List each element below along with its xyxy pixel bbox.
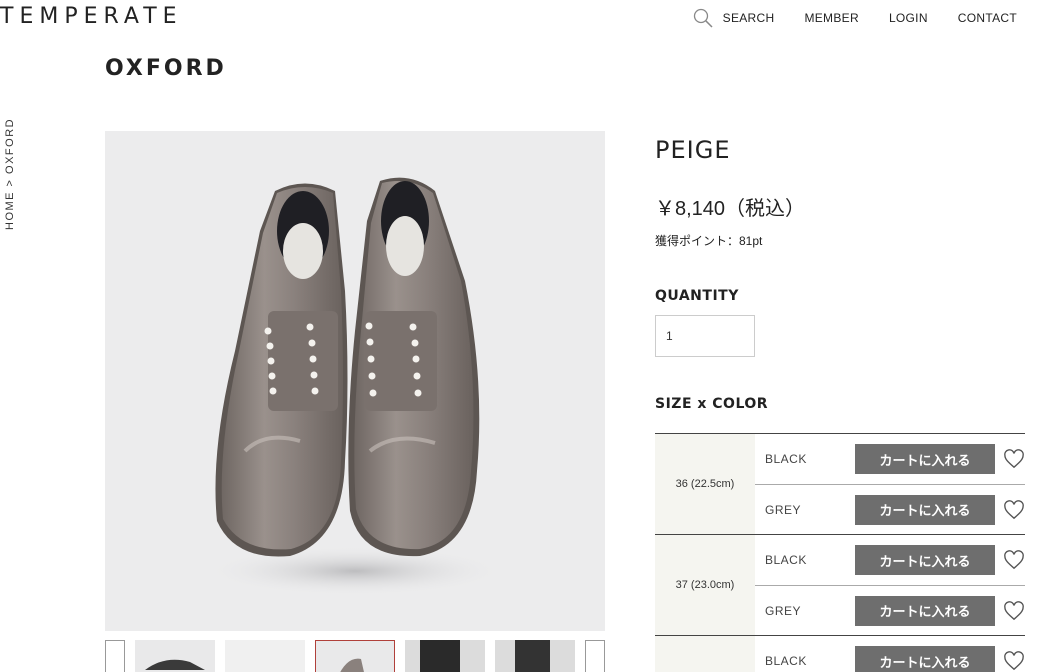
favorite-heart-icon[interactable] xyxy=(1003,550,1025,570)
page-title: OXFORD xyxy=(105,56,227,81)
reward-points: 獲得ポイント：81pt xyxy=(655,234,763,248)
product-price: ￥8,140（税込） xyxy=(655,198,806,220)
breadcrumb[interactable]: HOME > OXFORD xyxy=(4,118,16,230)
variant-row: BLACK カートに入れる xyxy=(755,434,1025,484)
add-to-cart-button[interactable]: カートに入れる xyxy=(855,646,995,672)
add-to-cart-button[interactable]: カートに入れる xyxy=(855,444,995,474)
product-name: PEIGE xyxy=(655,136,731,164)
size-color-label: SIZE x COLOR xyxy=(655,396,769,412)
variant-table: 36 (22.5cm) BLACK カートに入れる GREY カートに入れる 3… xyxy=(655,433,1025,672)
color-name: BLACK xyxy=(765,553,807,567)
oxford-shoes-photo xyxy=(205,177,505,596)
member-link[interactable]: MEMBER xyxy=(804,11,858,25)
size-cell: 36 (22.5cm) xyxy=(655,434,755,534)
favorite-heart-icon[interactable] xyxy=(1003,601,1025,621)
add-to-cart-button[interactable]: カートに入れる xyxy=(855,494,995,525)
variant-row: BLACK カートに入れる xyxy=(755,535,1025,585)
quantity-label: QUANTITY xyxy=(655,288,739,304)
search-label: SEARCH xyxy=(722,11,775,25)
size-group: BLACK カートに入れる xyxy=(655,636,1025,672)
size-group: 37 (23.0cm) BLACK カートに入れる GREY カートに入れる xyxy=(655,535,1025,636)
search-icon xyxy=(693,8,713,28)
main-nav: SEARCH MEMBER LOGIN CONTACT xyxy=(693,8,1017,28)
thumbnail-3[interactable] xyxy=(315,640,395,672)
color-name: BLACK xyxy=(765,452,807,466)
color-name: GREY xyxy=(765,603,802,618)
favorite-heart-icon[interactable] xyxy=(1003,500,1025,520)
variant-row: BLACK カートに入れる xyxy=(755,636,1025,672)
product-main-image[interactable] xyxy=(105,131,605,631)
login-link[interactable]: LOGIN xyxy=(889,11,928,25)
quantity-input[interactable] xyxy=(655,315,755,357)
size-group: 36 (22.5cm) BLACK カートに入れる GREY カートに入れる xyxy=(655,434,1025,535)
add-to-cart-button[interactable]: カートに入れる xyxy=(855,545,995,575)
variant-row: GREY カートに入れる xyxy=(755,484,1025,534)
search-link[interactable]: SEARCH xyxy=(693,8,775,28)
add-to-cart-button[interactable]: カートに入れる xyxy=(855,595,995,626)
thumb-prev-button[interactable] xyxy=(105,640,125,672)
thumbnail-5[interactable] xyxy=(495,640,575,672)
site-logo[interactable]: TEMPERATE xyxy=(0,4,183,29)
thumb-next-button[interactable] xyxy=(585,640,605,672)
favorite-heart-icon[interactable] xyxy=(1003,449,1025,469)
size-cell: 37 (23.0cm) xyxy=(655,535,755,635)
size-cell xyxy=(655,636,755,672)
thumbnail-strip xyxy=(105,640,605,672)
thumbnail-1[interactable] xyxy=(135,640,215,672)
contact-link[interactable]: CONTACT xyxy=(958,11,1017,25)
thumbnail-4[interactable] xyxy=(405,640,485,672)
thumbnail-2[interactable] xyxy=(225,640,305,672)
variant-row: GREY カートに入れる xyxy=(755,585,1025,635)
favorite-heart-icon[interactable] xyxy=(1003,651,1025,671)
color-name: GREY xyxy=(765,502,802,517)
color-name: BLACK xyxy=(765,654,807,668)
site-header: TEMPERATE SEARCH MEMBER LOGIN CONTACT xyxy=(0,0,1039,40)
